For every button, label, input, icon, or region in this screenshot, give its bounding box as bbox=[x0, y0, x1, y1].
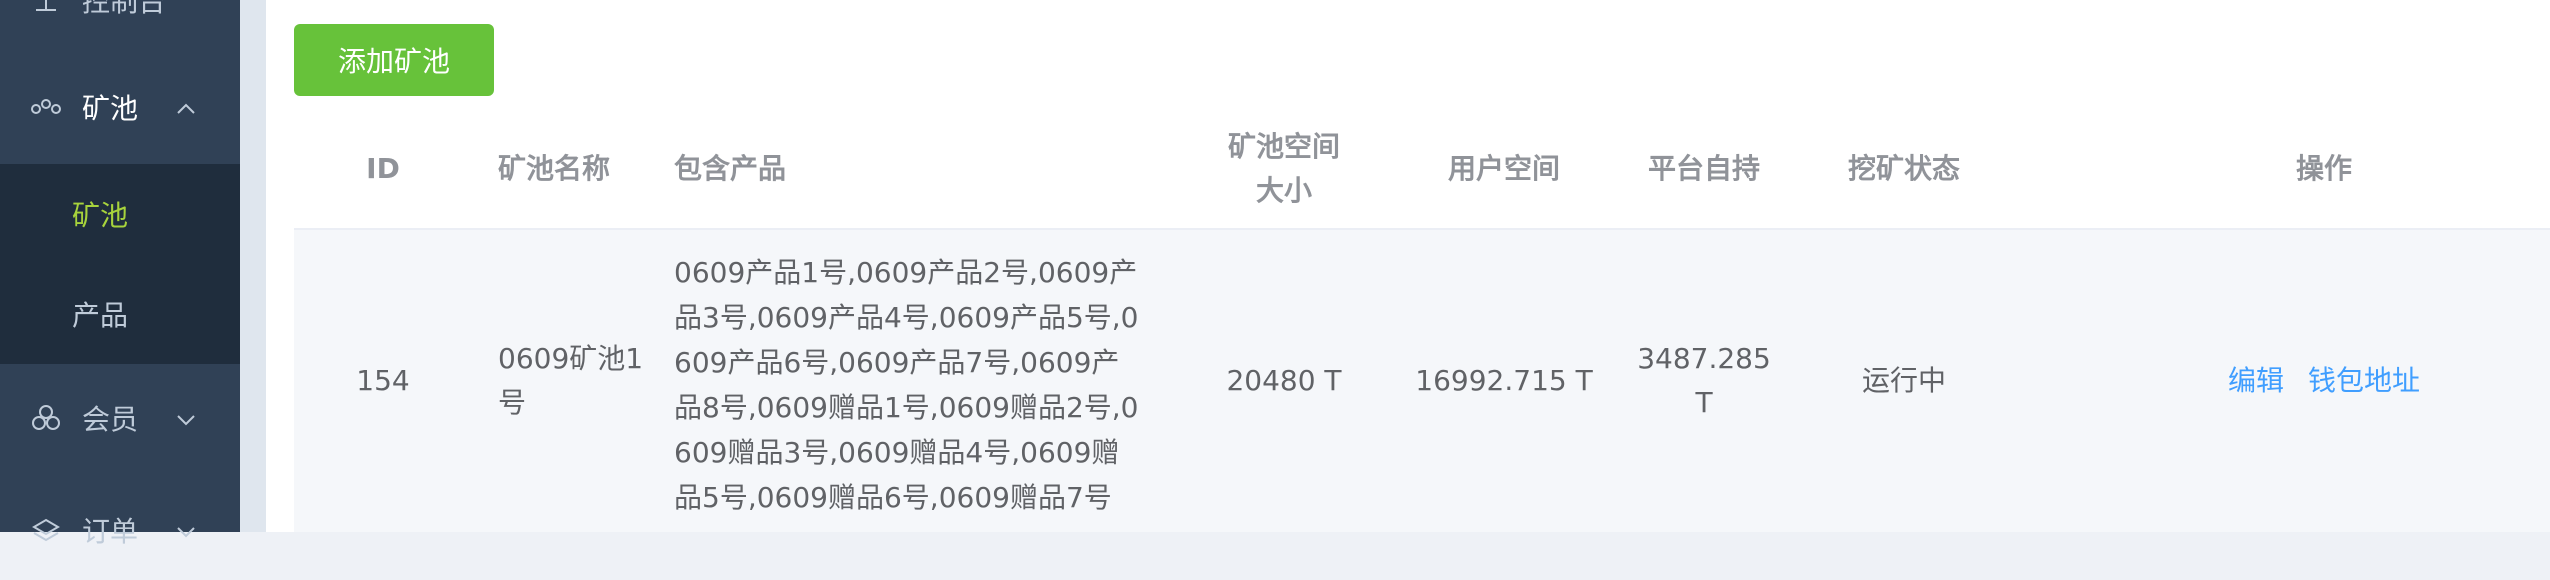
chevron-up-icon bbox=[174, 95, 198, 119]
header-products: 包含产品 bbox=[674, 152, 787, 185]
header-actions: 操作 bbox=[2295, 152, 2352, 185]
pool-icon bbox=[30, 91, 62, 123]
table-header: ID 矿池名称 包含产品 矿池空间 大小 用户空间 平台自持 挖矿状态 操作 bbox=[294, 110, 2550, 230]
sidebar: 控制台 矿池 矿池 产品 会员 订单 bbox=[0, 0, 240, 548]
edit-link[interactable]: 编辑 bbox=[2228, 359, 2284, 403]
chevron-down-icon bbox=[174, 518, 198, 542]
header-user-space: 用户空间 bbox=[1447, 152, 1560, 185]
wallet-address-link[interactable]: 钱包地址 bbox=[2308, 359, 2420, 403]
sidebar-item-dashboard[interactable]: 控制台 bbox=[0, 0, 240, 50]
sidebar-item-pools[interactable]: 矿池 bbox=[0, 57, 240, 157]
sidebar-subitem-products[interactable]: 产品 bbox=[0, 264, 240, 364]
sidebar-gutter bbox=[240, 0, 266, 532]
cell-pool-space: 20480 T bbox=[1226, 364, 1342, 397]
submenu: 矿池 产品 bbox=[0, 164, 240, 364]
chevron-down-icon bbox=[174, 406, 198, 430]
sidebar-subitem-label: 产品 bbox=[72, 299, 129, 332]
sidebar-item-members[interactable]: 会员 bbox=[0, 368, 240, 468]
add-pool-button[interactable]: 添加矿池 bbox=[294, 24, 494, 96]
cell-id: 154 bbox=[356, 364, 410, 397]
sidebar-item-label: 矿池 bbox=[82, 92, 139, 125]
header-pool-space-line1: 矿池空间 bbox=[1227, 130, 1340, 163]
main-content: 添加矿池 ID 矿池名称 包含产品 矿池空间 大小 用户空间 平台自持 挖矿状态… bbox=[266, 0, 2550, 532]
cell-status: 运行中 bbox=[1861, 364, 1946, 397]
header-platform: 平台自持 bbox=[1647, 152, 1760, 185]
header-pool-space-line2: 大小 bbox=[1255, 174, 1312, 207]
sidebar-subitem-pools[interactable]: 矿池 bbox=[0, 164, 240, 264]
sidebar-item-label: 会员 bbox=[82, 403, 139, 436]
cell-user-space: 16992.715 T bbox=[1415, 364, 1593, 397]
orders-icon bbox=[30, 514, 62, 546]
cell-products: 0609产品1号,0609产品2号,0609产品3号,0609产品4号,0609… bbox=[674, 256, 1139, 514]
sidebar-subitem-label: 矿池 bbox=[72, 199, 129, 232]
header-name: 矿池名称 bbox=[498, 152, 611, 185]
cell-actions: 编辑 钱包地址 bbox=[2194, 230, 2454, 532]
sidebar-item-orders[interactable]: 订单 bbox=[0, 480, 240, 580]
cell-platform: 3487.285 T bbox=[1637, 342, 1771, 419]
table-row: 154 0609矿池1号 0609产品1号,0609产品2号,0609产品3号,… bbox=[294, 230, 2550, 532]
dashboard-icon bbox=[30, 0, 62, 16]
sidebar-item-label: 控制台 bbox=[82, 0, 167, 18]
header-status: 挖矿状态 bbox=[1847, 152, 1960, 185]
sidebar-item-label: 订单 bbox=[82, 515, 139, 548]
header-pool-space: 矿池空间 大小 bbox=[1194, 110, 1374, 228]
cell-name: 0609矿池1号 bbox=[498, 342, 644, 419]
members-icon bbox=[30, 402, 62, 434]
header-id: ID bbox=[366, 152, 400, 185]
